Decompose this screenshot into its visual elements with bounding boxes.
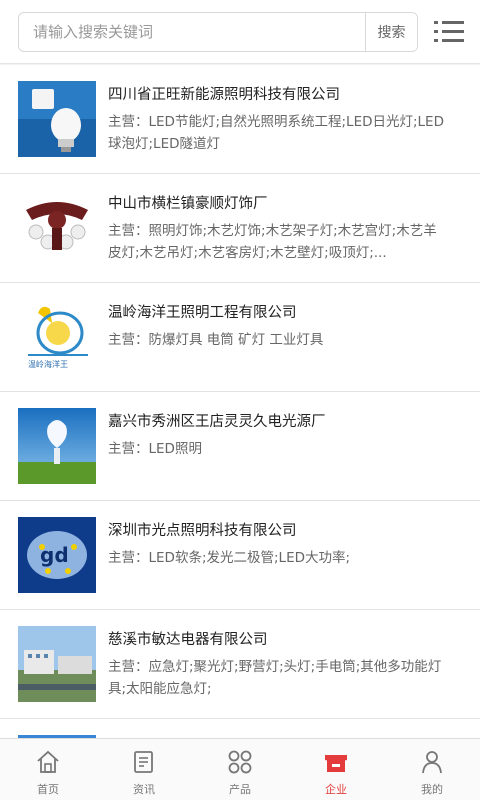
list-item[interactable]: 温岭海洋王 温岭海洋王照明工程有限公司 主营：防爆灯具 电筒 矿灯 工业灯具: [0, 283, 480, 392]
main-business: 主营：LED软条;发光二极管;LED大功率;: [108, 550, 351, 566]
company-name[interactable]: 中山市横栏镇豪顺灯饰厂: [108, 192, 460, 213]
tab-label: 资讯: [133, 783, 155, 796]
main-business: 主营：应急灯;聚光灯;野营灯;头灯;手电筒;其他多功能灯具;太阳能应急灯;: [108, 659, 442, 697]
company-thumbnail: [18, 190, 96, 266]
company-name[interactable]: 四川省正旺新能源照明科技有限公司: [108, 83, 460, 104]
company-name[interactable]: 慈溪市敏达电器有限公司: [108, 628, 460, 649]
svg-text:温岭海洋王: 温岭海洋王: [28, 359, 68, 369]
tab-label: 我的: [421, 783, 443, 796]
menu-icon[interactable]: [434, 18, 464, 46]
list-item[interactable]: 中山市横栏镇豪顺灯饰厂 主营：照明灯饰;木艺灯饰;木艺架子灯;木艺宫灯;木艺羊皮…: [0, 174, 480, 283]
tab-profile[interactable]: 我的: [384, 739, 480, 800]
search-box: 搜索: [18, 12, 418, 52]
company-thumbnail: [18, 626, 96, 702]
list-item[interactable]: gd 深圳市光点照明科技有限公司 主营：LED软条;发光二极管;LED大功率;: [0, 501, 480, 610]
tab-news[interactable]: 资讯: [96, 739, 192, 800]
header-bar: 搜索: [0, 0, 480, 64]
company-thumbnail: [18, 408, 96, 484]
company-thumbnail: [18, 81, 96, 157]
company-name[interactable]: 嘉兴市秀洲区王店灵灵久电光源厂: [108, 410, 460, 431]
main-business: 主营：LED节能灯;自然光照明系统工程;LED日光灯;LED球泡灯;LED隧道灯: [108, 114, 444, 152]
main-business: 主营：LED照明: [108, 441, 202, 457]
tab-label: 首页: [37, 783, 59, 796]
company-list: 四川省正旺新能源照明科技有限公司 主营：LED节能灯;自然光照明系统工程;LED…: [0, 65, 480, 749]
company-thumbnail: gd: [18, 517, 96, 593]
grid-icon: [228, 750, 252, 774]
user-icon: [422, 751, 442, 774]
tab-label: 企业: [325, 783, 347, 796]
tab-home[interactable]: 首页: [0, 739, 96, 800]
svg-text:gd: gd: [40, 543, 69, 567]
list-item[interactable]: 四川省正旺新能源照明科技有限公司 主营：LED节能灯;自然光照明系统工程;LED…: [0, 65, 480, 174]
main-business: 主营：防爆灯具 电筒 矿灯 工业灯具: [108, 332, 324, 348]
bottom-tab-bar: 首页 资讯 产品 企业 我的: [0, 738, 480, 800]
company-thumbnail: 温岭海洋王: [18, 299, 96, 375]
store-icon: [325, 755, 347, 772]
home-icon: [37, 750, 59, 773]
tab-label: 产品: [229, 783, 251, 796]
tab-companies[interactable]: 企业: [288, 739, 384, 800]
company-name[interactable]: 温岭海洋王照明工程有限公司: [108, 301, 460, 322]
news-icon: [134, 751, 153, 773]
list-item[interactable]: 嘉兴市秀洲区王店灵灵久电光源厂 主营：LED照明: [0, 392, 480, 501]
list-item[interactable]: 慈溪市敏达电器有限公司 主营：应急灯;聚光灯;野营灯;头灯;手电筒;其他多功能灯…: [0, 610, 480, 719]
search-button[interactable]: 搜索: [365, 13, 417, 51]
main-business: 主营：照明灯饰;木艺灯饰;木艺架子灯;木艺宫灯;木艺羊皮灯;木艺吊灯;木艺客房灯…: [108, 223, 437, 261]
company-name[interactable]: 深圳市光点照明科技有限公司: [108, 519, 460, 540]
tab-products[interactable]: 产品: [192, 739, 288, 800]
search-input[interactable]: [19, 13, 365, 51]
